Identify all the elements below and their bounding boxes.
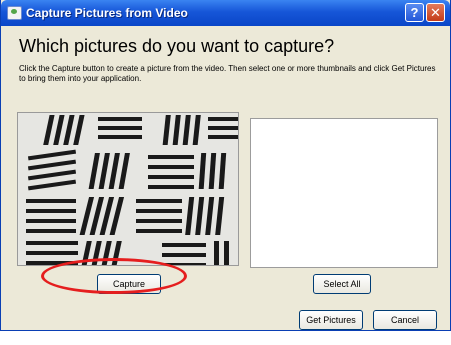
camera-app-icon (7, 6, 22, 20)
dialog-window: Capture Pictures from Video ? ✕ Which pi… (0, 0, 451, 331)
capture-button[interactable]: Capture (97, 274, 161, 294)
dialog-heading: Which pictures do you want to capture? (19, 36, 335, 56)
close-button[interactable]: ✕ (426, 3, 445, 22)
select-all-button[interactable]: Select All (313, 274, 371, 294)
cancel-button[interactable]: Cancel (373, 310, 437, 330)
video-preview (17, 112, 239, 266)
title-bar[interactable]: Capture Pictures from Video ? ✕ (1, 0, 450, 26)
dialog-content: Which pictures do you want to capture? C… (1, 26, 450, 330)
video-frame-pattern (18, 113, 238, 265)
window-title: Capture Pictures from Video (26, 6, 188, 20)
get-pictures-button[interactable]: Get Pictures (299, 310, 363, 330)
instructions-text: Click the Capture button to create a pic… (19, 64, 436, 83)
thumbnail-list[interactable] (250, 118, 438, 268)
help-button[interactable]: ? (405, 3, 424, 22)
